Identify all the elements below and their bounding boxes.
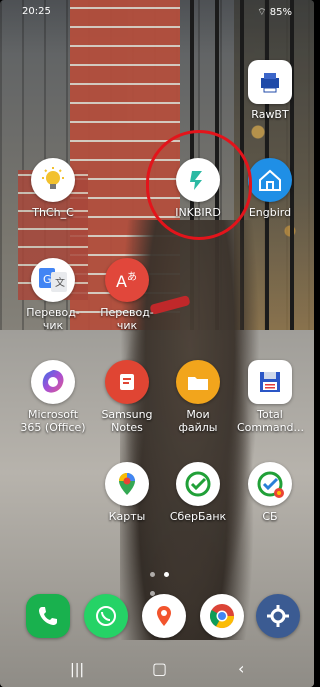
app-label: Samsung Notes: [101, 408, 153, 434]
page-dot: [150, 572, 155, 577]
app-label: Карты: [108, 510, 146, 523]
app-rawbt[interactable]: RawBT: [237, 60, 303, 121]
app-my-files[interactable]: Мои файлы: [165, 360, 231, 434]
floppy-disk-icon: [248, 360, 292, 404]
lightbulb-icon: [31, 158, 75, 202]
app-microsoft-365[interactable]: Microsoft 365 (Office): [20, 360, 86, 434]
dock: [0, 592, 314, 642]
app-label: Перевод- чик: [100, 306, 154, 332]
app-google-translate[interactable]: G 文 Перевод- чик: [20, 258, 86, 332]
highlight-circle: [146, 130, 252, 240]
svg-text:あ: あ: [127, 271, 137, 283]
home-screen: 20:25 ⌔ 85% RawBT ThCh_C INKBIRD Engbird…: [0, 0, 314, 687]
status-time: 20:25: [22, 6, 51, 17]
app-label: Total Command...: [237, 408, 305, 434]
app-thch-c[interactable]: ThCh_C: [20, 158, 86, 219]
app-google-maps[interactable]: Карты: [94, 462, 160, 523]
back-icon[interactable]: ‹: [238, 659, 244, 678]
app-label: СберБанк: [169, 510, 227, 523]
svg-text:文: 文: [55, 276, 65, 289]
google-translate-icon: G 文: [31, 258, 75, 302]
folder-icon: [176, 360, 220, 404]
app-label: Перевод- чик: [26, 306, 80, 332]
recent-apps-icon[interactable]: |||: [70, 662, 84, 678]
home-house-icon: [248, 158, 292, 202]
app-samsung-notes[interactable]: Samsung Notes: [94, 360, 160, 434]
battery-level: 85%: [269, 7, 292, 18]
app-label: Мои файлы: [178, 408, 218, 434]
rawbt-icon: [248, 60, 292, 104]
settings-gear-icon[interactable]: [256, 594, 300, 638]
app-label: СБ: [262, 510, 278, 523]
map-pin-icon: [105, 462, 149, 506]
notes-icon: [105, 360, 149, 404]
location-pin-icon[interactable]: [142, 594, 186, 638]
status-battery: ⌔ 85%: [257, 6, 292, 19]
page-indicator: [148, 562, 178, 596]
sberbank-icon: [176, 462, 220, 506]
phone-icon[interactable]: [26, 594, 70, 638]
home-icon[interactable]: ▢: [152, 659, 167, 678]
app-label: ThCh_C: [32, 206, 74, 219]
app-sberbank[interactable]: СберБанк: [165, 462, 231, 523]
sb-icon: [248, 462, 292, 506]
microsoft-365-icon: [31, 360, 75, 404]
svg-text:A: A: [116, 272, 127, 291]
chrome-icon[interactable]: [200, 594, 244, 638]
svg-text:G: G: [43, 273, 52, 286]
app-total-commander[interactable]: Total Command...: [237, 360, 305, 434]
wifi-icon: ⌔: [257, 7, 267, 18]
status-bar: 20:25 ⌔ 85%: [0, 0, 314, 22]
whatsapp-icon[interactable]: [84, 594, 128, 638]
app-label: Microsoft 365 (Office): [20, 408, 86, 434]
navigation-bar: ||| ▢ ‹: [0, 656, 314, 686]
translator-icon: A あ: [105, 258, 149, 302]
app-microsoft-translator[interactable]: A あ Перевод- чик: [94, 258, 160, 332]
app-sb[interactable]: СБ: [237, 462, 303, 523]
app-label: RawBT: [251, 108, 289, 121]
